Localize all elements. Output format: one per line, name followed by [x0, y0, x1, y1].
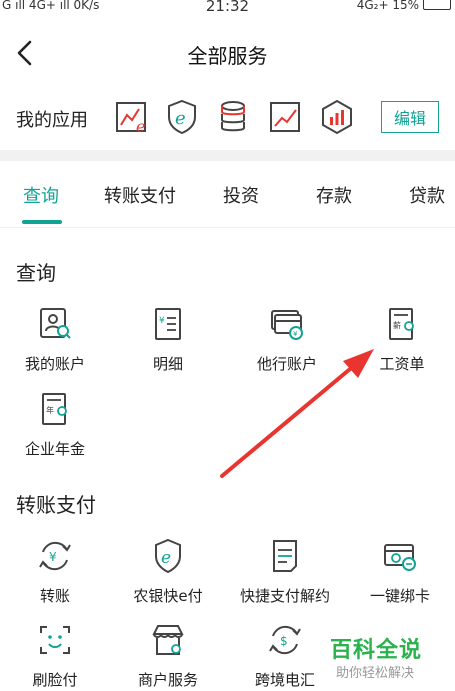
service-label: 一键绑卡 — [369, 587, 430, 605]
section-divider — [0, 150, 455, 161]
svg-text:¥: ¥ — [293, 330, 298, 338]
service-salary-slip[interactable]: 薪 工资单 — [347, 306, 455, 386]
service-label: 企业年金 — [24, 440, 85, 458]
network-battery-status: 4G₂+ 15% — [356, 0, 419, 12]
service-enterprise-annuity[interactable]: 年 企业年金 — [0, 391, 110, 471]
status-bar: G ıll 4G+ ıll 0K/s 21:32 4G₂+ 15% — [0, 0, 455, 15]
service-bind-card[interactable]: 一键绑卡 — [345, 538, 455, 618]
bind-card-icon — [384, 544, 416, 571]
service-other-bank-account[interactable]: ¥ 他行账户 — [232, 306, 342, 386]
service-my-account[interactable]: 我的账户 — [0, 306, 110, 386]
svg-text:$: $ — [280, 634, 288, 648]
service-label: 工资单 — [379, 355, 425, 373]
my-app-coin-stack-icon[interactable] — [214, 98, 252, 136]
service-label: 明细 — [152, 355, 183, 373]
cross-border-icon: $ — [269, 625, 301, 655]
section-title-transfer: 转账支付 — [16, 493, 96, 517]
my-app-hexagon-bar-icon[interactable] — [318, 98, 356, 136]
face-pay-icon — [40, 626, 70, 654]
tab-query[interactable]: 查询 — [23, 182, 59, 208]
svg-text:年: 年 — [46, 405, 54, 415]
transfer-icon: ¥ — [39, 541, 71, 571]
section-title-query: 查询 — [16, 261, 56, 285]
active-tab-indicator — [22, 220, 62, 224]
service-detail[interactable]: ¥ 明细 — [113, 306, 223, 386]
tab-transfer-payment[interactable]: 转账支付 — [104, 182, 176, 208]
service-label: 转账 — [39, 587, 70, 605]
my-app-chart-e-icon[interactable]: e — [113, 98, 151, 136]
my-app-trend-icon[interactable] — [267, 98, 305, 136]
my-app-shield-e-icon[interactable]: e — [163, 98, 201, 136]
tab-investment[interactable]: 投资 — [223, 182, 259, 208]
svg-text:¥: ¥ — [49, 550, 57, 564]
service-label: 他行账户 — [256, 355, 317, 373]
my-apps-label: 我的应用 — [16, 110, 88, 131]
tab-deposit[interactable]: 存款 — [316, 182, 352, 208]
service-transfer[interactable]: ¥ 转账 — [0, 538, 110, 618]
watermark-logo: 百科全说 助你轻松解决 — [330, 632, 450, 688]
my-apps-bar: 我的应用 e e 编辑 — [0, 92, 455, 144]
svg-text:薪: 薪 — [393, 320, 401, 330]
tab-loan[interactable]: 贷款 — [409, 182, 445, 208]
quick-pay-cancel-icon — [273, 540, 297, 572]
service-label: 商户服务 — [137, 671, 198, 689]
category-tabs: 查询 转账支付 投资 存款 贷款 — [0, 172, 455, 228]
svg-text:e: e — [136, 117, 145, 136]
edit-button[interactable]: 编辑 — [381, 101, 439, 133]
svg-text:e: e — [161, 548, 171, 568]
page-title: 全部服务 — [187, 44, 268, 68]
service-label: 农银快e付 — [133, 587, 203, 605]
svg-text:¥: ¥ — [159, 316, 165, 326]
nav-bar: 全部服务 — [0, 28, 455, 78]
watermark-main-text: 百科全说 — [330, 638, 423, 663]
salary-slip-icon: 薪 — [389, 308, 414, 340]
detail-list-icon: ¥ — [155, 308, 181, 340]
service-label: 我的账户 — [24, 355, 85, 373]
service-label: 刷脸付 — [32, 671, 78, 689]
service-quick-epay[interactable]: e 农银快e付 — [113, 538, 223, 618]
watermark-sub-text: 助你轻松解决 — [336, 666, 415, 681]
annuity-icon: 年 — [42, 393, 67, 425]
service-label: 跨境电汇 — [254, 671, 315, 689]
service-cross-border[interactable]: $ 跨境电汇 — [230, 622, 340, 691]
service-quick-pay-cancel[interactable]: 快捷支付解约 — [230, 538, 340, 618]
quick-epay-icon: e — [155, 538, 181, 574]
other-bank-card-icon: ¥ — [271, 310, 303, 340]
account-search-icon — [40, 308, 71, 339]
service-merchant[interactable]: 商户服务 — [113, 622, 223, 691]
svg-text:e: e — [175, 108, 186, 129]
merchant-icon — [152, 625, 184, 655]
service-face-pay[interactable]: 刷脸付 — [0, 622, 110, 691]
battery-icon — [423, 0, 451, 10]
service-label: 快捷支付解约 — [239, 587, 330, 605]
